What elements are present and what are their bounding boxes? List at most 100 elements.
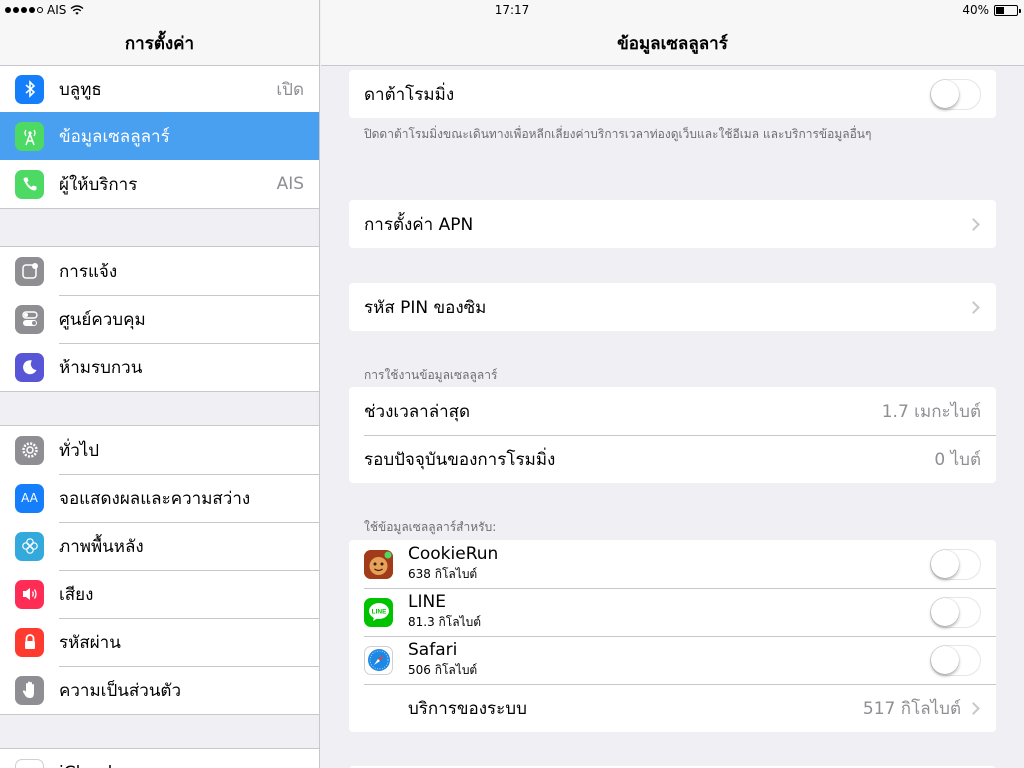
app-data-size: 506 กิโลไบต์: [408, 663, 478, 677]
sidebar-item-label: ภาพพื้นหลัง: [59, 536, 144, 557]
system-services-row[interactable]: บริการของระบบ 517 กิโลไบต์: [349, 684, 996, 732]
sidebar-item-do-not-disturb[interactable]: ห้ามรบกวน: [0, 343, 319, 391]
sidebar-item-label: ผู้ให้บริการ: [59, 174, 138, 195]
apn-card: การตั้งค่า APN: [349, 200, 996, 248]
app-data-size: 638 กิโลไบต์: [408, 567, 478, 581]
battery-fill: [996, 6, 1004, 14]
app-name: LINE: [408, 592, 446, 612]
sidebar-item-passcode[interactable]: รหัสผ่าน: [0, 618, 319, 666]
sidebar-item-notifications[interactable]: การแจ้ง: [0, 247, 319, 295]
usage-value: 1.7 เมกะไบต์: [881, 401, 981, 422]
sim-pin-row[interactable]: รหัส PIN ของซิม: [349, 283, 996, 331]
sidebar-item-value: เปิด: [276, 79, 304, 100]
sidebar-item-label: บลูทูธ: [59, 79, 102, 100]
sidebar-item-label: ความเป็นส่วนตัว: [59, 680, 182, 701]
wallpaper-icon: [15, 531, 44, 561]
sidebar-group-connectivity: บลูทูธ เปิด ข้อมูลเซลลูลาร์ ผู้ให้บริการ…: [0, 66, 319, 209]
sidebar-group-general: ทั่วไป AA จอแสดงผลและความสว่าง ภาพพื้นหล…: [0, 425, 319, 715]
sim-pin-card: รหัส PIN ของซิม: [349, 283, 996, 331]
battery-icon: [994, 4, 1021, 16]
sidebar-item-label: ข้อมูลเซลลูลาร์: [59, 126, 170, 147]
app-data-size: 81.3 กิโลไบต์: [408, 615, 482, 629]
cellular-icon: [15, 121, 44, 151]
sidebar-item-privacy[interactable]: ความเป็นส่วนตัว: [0, 666, 319, 714]
usage-row-current-period: ช่วงเวลาล่าสุด 1.7 เมกะไบต์: [349, 387, 996, 435]
usage-value: 0 ไบต์: [934, 449, 981, 470]
battery-percent: 40%: [962, 3, 989, 17]
status-right: 40%: [962, 3, 1021, 17]
phone-icon: [15, 169, 44, 199]
usage-label: ช่วงเวลาล่าสุด: [364, 401, 471, 422]
sidebar-item-icloud[interactable]: iCloud: [0, 749, 319, 768]
apps-header: ใช้ข้อมูลเซลลูลาร์สำหรับ:: [364, 520, 497, 534]
sidebar-item-value: AIS: [276, 174, 304, 194]
sidebar-item-display[interactable]: AA จอแสดงผลและความสว่าง: [0, 474, 319, 522]
safari-icon: [364, 645, 393, 675]
cellular-detail-pane: ข้อมูลเซลลูลาร์ ดาต้าโรมมิ่ง ปิดดาต้าโรม…: [321, 0, 1024, 768]
status-time: 17:17: [494, 3, 530, 17]
control-center-icon: [15, 304, 44, 334]
app-row-safari: Safari 506 กิโลไบต์: [349, 636, 996, 684]
sidebar-item-wallpaper[interactable]: ภาพพื้นหลัง: [0, 522, 319, 570]
cookierun-icon: [364, 549, 393, 579]
sidebar-item-sounds[interactable]: เสียง: [0, 570, 319, 618]
app-row-line: LINE LINE 81.3 กิโลไบต์: [349, 588, 996, 636]
usage-label: รอบปัจจุบันของการโรมมิ่ง: [364, 449, 556, 470]
settings-sidebar: บลูทูธ เปิด ข้อมูลเซลลูลาร์ ผู้ให้บริการ…: [0, 0, 320, 768]
system-services-value: 517 กิโลไบต์: [862, 698, 961, 719]
svg-text:LINE: LINE: [371, 609, 386, 616]
cookierun-cellular-toggle[interactable]: [930, 548, 981, 580]
sidebar-item-label: การแจ้ง: [59, 261, 118, 282]
roaming-card: ดาต้าโรมมิ่ง: [349, 70, 996, 118]
safari-cellular-toggle[interactable]: [930, 644, 981, 676]
sidebar-item-label: ห้ามรบกวน: [59, 357, 143, 378]
sidebar-item-label: iCloud: [59, 763, 319, 768]
sidebar-item-cellular[interactable]: ข้อมูลเซลลูลาร์: [0, 112, 319, 160]
sidebar-item-carrier[interactable]: ผู้ให้บริการ AIS: [0, 160, 319, 208]
status-bar: AIS 17:17 40%: [0, 0, 1024, 20]
system-services-label: บริการของระบบ: [408, 698, 527, 719]
toggle-knob: [931, 597, 959, 626]
toggle-knob: [931, 645, 959, 674]
toggle-knob: [931, 79, 959, 108]
usage-header: การใช้งานข้อมูลเซลลูลาร์: [364, 368, 498, 382]
toggle-knob: [931, 549, 959, 578]
moon-icon: [15, 352, 44, 382]
apn-settings-label: การตั้งค่า APN: [364, 214, 474, 235]
sim-pin-label: รหัส PIN ของซิม: [364, 297, 487, 318]
data-roaming-toggle[interactable]: [930, 78, 981, 110]
roaming-footer: ปิดดาต้าโรมมิ่งขณะเดินทางเพื่อหลีกเลี่ยง…: [364, 127, 872, 141]
bluetooth-icon: [15, 74, 44, 104]
usage-row-roaming: รอบปัจจุบันของการโรมมิ่ง 0 ไบต์: [349, 435, 996, 483]
data-roaming-row: ดาต้าโรมมิ่ง: [349, 70, 996, 118]
sidebar-group-accounts: iCloud: [0, 748, 319, 768]
sidebar-item-control-center[interactable]: ศูนย์ควบคุม: [0, 295, 319, 343]
line-cellular-toggle[interactable]: [930, 596, 981, 628]
chevron-right-icon: [967, 701, 980, 715]
sidebar-item-general[interactable]: ทั่วไป: [0, 426, 319, 474]
app-name: CookieRun: [408, 544, 499, 564]
sidebar-item-label: ทั่วไป: [59, 440, 100, 461]
sidebar-group-notifications: การแจ้ง ศูนย์ควบคุม ห้ามรบกวน: [0, 246, 319, 392]
display-icon: AA: [15, 483, 44, 513]
apn-settings-row[interactable]: การตั้งค่า APN: [349, 200, 996, 248]
app-name: Safari: [408, 640, 458, 660]
hand-icon: [15, 675, 44, 705]
sidebar-title: การตั้งค่า: [124, 34, 195, 54]
cloud-icon: [15, 758, 44, 768]
usage-card: ช่วงเวลาล่าสุด 1.7 เมกะไบต์ รอบปัจจุบันข…: [349, 387, 996, 483]
sidebar-item-bluetooth[interactable]: บลูทูธ เปิด: [0, 66, 319, 112]
chevron-right-icon: [967, 300, 980, 314]
notification-icon: [15, 256, 44, 286]
sidebar-item-label: รหัสผ่าน: [59, 632, 121, 653]
sidebar-item-label: จอแสดงผลและความสว่าง: [59, 488, 251, 509]
apps-card: CookieRun 638 กิโลไบต์ LINE LINE 81.3 กิ…: [349, 540, 996, 732]
gear-icon: [15, 435, 44, 465]
app-row-cookierun: CookieRun 638 กิโลไบต์: [349, 540, 996, 588]
lock-icon: [15, 627, 44, 657]
speaker-icon: [15, 579, 44, 609]
data-roaming-label: ดาต้าโรมมิ่ง: [364, 84, 455, 105]
display-icon-glyph: AA: [21, 491, 38, 505]
sidebar-item-label: เสียง: [59, 584, 94, 605]
chevron-right-icon: [967, 217, 980, 231]
